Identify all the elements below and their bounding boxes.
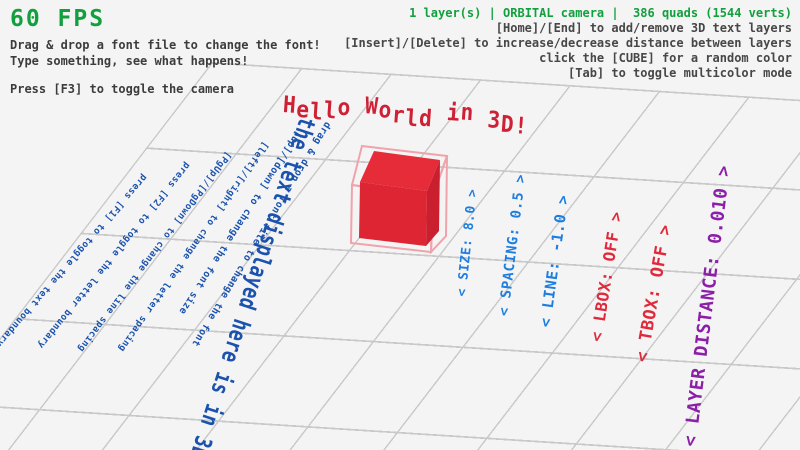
help-cube-color: click the [CUBE] for a random color bbox=[344, 51, 792, 66]
hint-camera-toggle: Press [F3] to toggle the camera bbox=[10, 82, 234, 96]
status-line: 1 layer(s) | ORBITAL camera | 386 quads … bbox=[344, 6, 792, 21]
help-layers: [Home]/[End] to add/remove 3D text layer… bbox=[344, 21, 792, 36]
hint-type: Type something, see what happens! bbox=[10, 54, 248, 68]
cube-face-left[interactable] bbox=[359, 182, 427, 246]
help-layer-distance: [Insert]/[Delete] to increase/decrease d… bbox=[344, 36, 792, 51]
fps-counter: 60 FPS bbox=[10, 6, 105, 32]
help-multicolor: [Tab] to toggle multicolor mode bbox=[344, 66, 792, 81]
hint-drag-drop: Drag & drop a font file to change the fo… bbox=[10, 38, 321, 52]
app-window: { "hud": { "fps": "60 FPS", "hints": [ "… bbox=[0, 0, 800, 450]
cube[interactable] bbox=[351, 146, 447, 252]
hud-right-panel: 1 layer(s) | ORBITAL camera | 386 quads … bbox=[344, 6, 792, 81]
